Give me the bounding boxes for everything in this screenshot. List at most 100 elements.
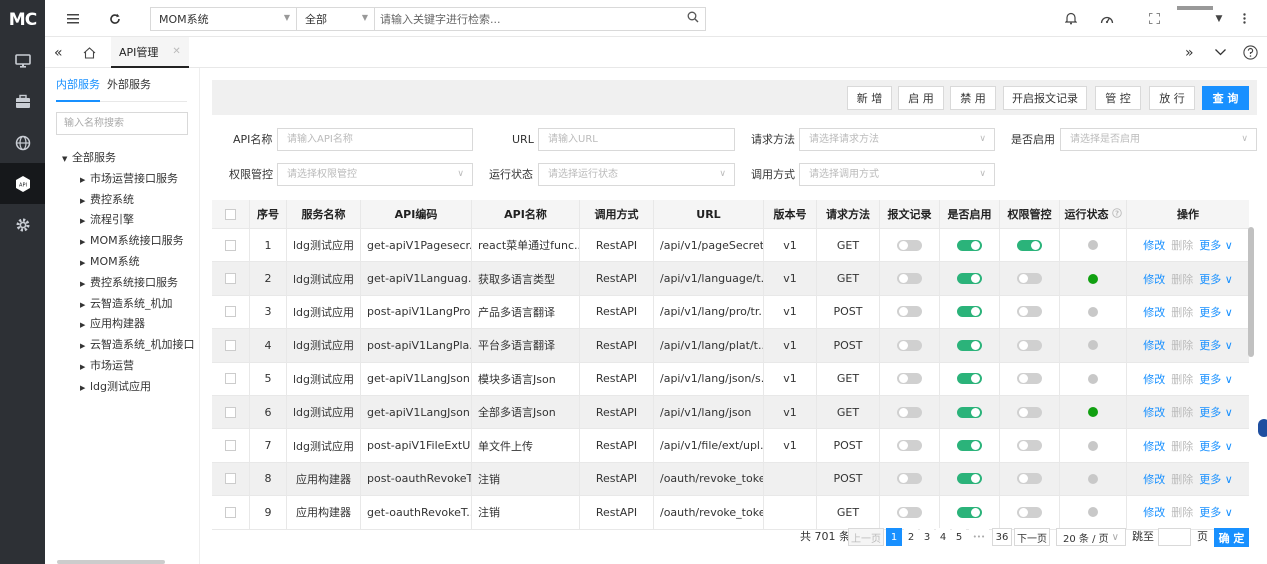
- table-row[interactable]: 4 ldg测试应用 post-apiV1LangPla... 平台多语言翻译 RestA…: [212, 329, 1249, 363]
- bell-icon[interactable]: [1063, 0, 1079, 37]
- enabled-toggle[interactable]: [957, 306, 982, 318]
- row-checkbox[interactable]: [225, 273, 236, 285]
- tree-node-root[interactable]: ▼ 全部服务: [45, 148, 200, 169]
- permission-control-toggle[interactable]: [1017, 273, 1042, 285]
- dashboard-icon[interactable]: [1098, 0, 1116, 37]
- caret-right-icon[interactable]: ▶: [80, 274, 90, 294]
- run-state-select[interactable]: 请选择运行状态 ∨: [538, 163, 735, 186]
- edit-link[interactable]: 修改: [1143, 337, 1165, 353]
- more-vertical-icon[interactable]: [1237, 0, 1251, 37]
- table-row[interactable]: 5 ldg测试应用 get-apiV1LangJson... 模块多语言Json Res…: [212, 362, 1249, 396]
- delete-link[interactable]: 删除: [1171, 271, 1193, 287]
- help-icon[interactable]: [1243, 37, 1258, 68]
- global-search-input[interactable]: 请输入关键字进行检索...: [375, 7, 706, 31]
- tree-node[interactable]: ▶ 应用构建器: [45, 314, 200, 335]
- permission-control-toggle[interactable]: [1017, 339, 1042, 351]
- caret-right-icon[interactable]: ▶: [80, 191, 90, 211]
- tree-node[interactable]: ▶ 费控系统接口服务: [45, 273, 200, 294]
- goto-page-input[interactable]: [1158, 528, 1191, 546]
- table-row[interactable]: 8 应用构建器 post-oauthRevokeT... 注销 RestAPI/oaut…: [212, 462, 1249, 497]
- table-row[interactable]: 9 应用构建器 get-oauthRevokeT... 注销 RestAPI/oauth…: [212, 496, 1249, 530]
- table-vertical-scrollbar[interactable]: [1248, 227, 1254, 357]
- enable-log-button[interactable]: 开启报文记录: [1003, 86, 1087, 110]
- more-dropdown[interactable]: 更多 ∨: [1199, 438, 1233, 454]
- edit-link[interactable]: 修改: [1143, 404, 1165, 420]
- log-record-toggle[interactable]: [897, 440, 922, 452]
- tree-node[interactable]: ▶ MOM系统: [45, 252, 200, 273]
- permission-control-toggle[interactable]: [1017, 306, 1042, 318]
- method-select[interactable]: 请选择请求方法 ∨: [799, 128, 995, 151]
- pagination-ellipsis[interactable]: •••: [969, 528, 989, 546]
- select-all-checkbox[interactable]: [225, 208, 236, 220]
- edit-link[interactable]: 修改: [1143, 371, 1165, 387]
- delete-link[interactable]: 删除: [1171, 404, 1193, 420]
- table-row[interactable]: 2 ldg测试应用 get-apiV1Languag... 获取多语言类型 RestAP…: [212, 262, 1249, 296]
- delete-link[interactable]: 删除: [1171, 438, 1193, 454]
- tree-node[interactable]: ▶ 市场运营: [45, 356, 200, 377]
- permission-control-toggle[interactable]: [1017, 473, 1042, 485]
- enable-button[interactable]: 启 用: [898, 86, 944, 110]
- more-dropdown[interactable]: 更多 ∨: [1199, 304, 1233, 320]
- enabled-toggle[interactable]: [957, 506, 982, 518]
- menu-toggle-icon[interactable]: [63, 0, 83, 37]
- tree-horizontal-scrollbar[interactable]: [57, 560, 165, 564]
- search-icon[interactable]: [687, 11, 699, 26]
- table-row[interactable]: 7 ldg测试应用 post-apiV1FileExtU... 单文件上传 RestAP…: [212, 429, 1249, 463]
- permission-control-toggle[interactable]: [1017, 373, 1042, 385]
- edit-link[interactable]: 修改: [1143, 504, 1165, 520]
- close-icon[interactable]: ✕: [172, 46, 180, 57]
- table-row[interactable]: 3 ldg测试应用 post-apiV1LangPro... 产品多语言翻译 RestA…: [212, 295, 1249, 330]
- table-row[interactable]: 6 ldg测试应用 get-apiV1LangJson 全部多语言Json RestAP…: [212, 396, 1249, 430]
- caret-down-icon[interactable]: ▼: [62, 149, 72, 169]
- enabled-toggle[interactable]: [957, 473, 982, 485]
- monitor-icon[interactable]: [0, 40, 45, 81]
- disable-button[interactable]: 禁 用: [950, 86, 996, 110]
- log-record-toggle[interactable]: [897, 406, 922, 418]
- control-button[interactable]: 管 控: [1095, 86, 1141, 110]
- table-row[interactable]: 1 ldg测试应用 get-apiV1Pagesecr... react菜单通过fun…: [212, 229, 1249, 263]
- call-mode-select[interactable]: 请选择调用方式 ∨: [799, 163, 995, 186]
- row-checkbox[interactable]: [225, 440, 236, 452]
- permission-control-toggle[interactable]: [1017, 506, 1042, 518]
- more-dropdown[interactable]: 更多 ∨: [1199, 471, 1233, 487]
- more-dropdown[interactable]: 更多 ∨: [1199, 271, 1233, 287]
- refresh-icon[interactable]: [105, 0, 125, 37]
- delete-link[interactable]: 删除: [1171, 471, 1193, 487]
- log-record-toggle[interactable]: [897, 373, 922, 385]
- caret-right-icon[interactable]: ▶: [80, 170, 90, 190]
- tree-node[interactable]: ▶ 云智造系统_机加接口: [45, 335, 200, 356]
- log-record-toggle[interactable]: [897, 339, 922, 351]
- edit-link[interactable]: 修改: [1143, 438, 1165, 454]
- more-dropdown[interactable]: 更多 ∨: [1199, 337, 1233, 353]
- enabled-select[interactable]: 请选择是否启用 ∨: [1060, 128, 1257, 151]
- delete-link[interactable]: 删除: [1171, 504, 1193, 520]
- permission-control-toggle[interactable]: [1017, 440, 1042, 452]
- permission-control-toggle[interactable]: [1017, 239, 1042, 251]
- log-record-toggle[interactable]: [897, 239, 922, 251]
- edit-link[interactable]: 修改: [1143, 237, 1165, 253]
- permission-control-toggle[interactable]: [1017, 406, 1042, 418]
- delete-link[interactable]: 删除: [1171, 237, 1193, 253]
- collapse-left-icon[interactable]: «: [54, 37, 63, 68]
- goto-confirm-button[interactable]: 确 定: [1214, 528, 1249, 547]
- pagination-page[interactable]: 2: [904, 528, 918, 546]
- pagination-page-last[interactable]: 36: [992, 528, 1012, 546]
- log-record-toggle[interactable]: [897, 473, 922, 485]
- caret-right-icon[interactable]: ▶: [80, 211, 90, 231]
- caret-right-icon[interactable]: ▶: [80, 232, 90, 252]
- edit-link[interactable]: 修改: [1143, 304, 1165, 320]
- briefcase-icon[interactable]: [0, 81, 45, 122]
- more-dropdown[interactable]: 更多 ∨: [1199, 371, 1233, 387]
- row-checkbox[interactable]: [225, 473, 236, 485]
- edit-link[interactable]: 修改: [1143, 271, 1165, 287]
- add-button[interactable]: 新 增: [847, 86, 892, 110]
- enabled-toggle[interactable]: [957, 239, 982, 251]
- caret-right-icon[interactable]: ▶: [80, 315, 90, 335]
- enabled-toggle[interactable]: [957, 273, 982, 285]
- system-select[interactable]: MOM系统 ▼: [150, 7, 297, 31]
- pagination-page[interactable]: 4: [936, 528, 950, 546]
- pagination-prev[interactable]: 上一页: [848, 528, 884, 546]
- user-avatar[interactable]: [1177, 6, 1213, 10]
- pagination-page[interactable]: 3: [920, 528, 934, 546]
- row-checkbox[interactable]: [225, 339, 236, 351]
